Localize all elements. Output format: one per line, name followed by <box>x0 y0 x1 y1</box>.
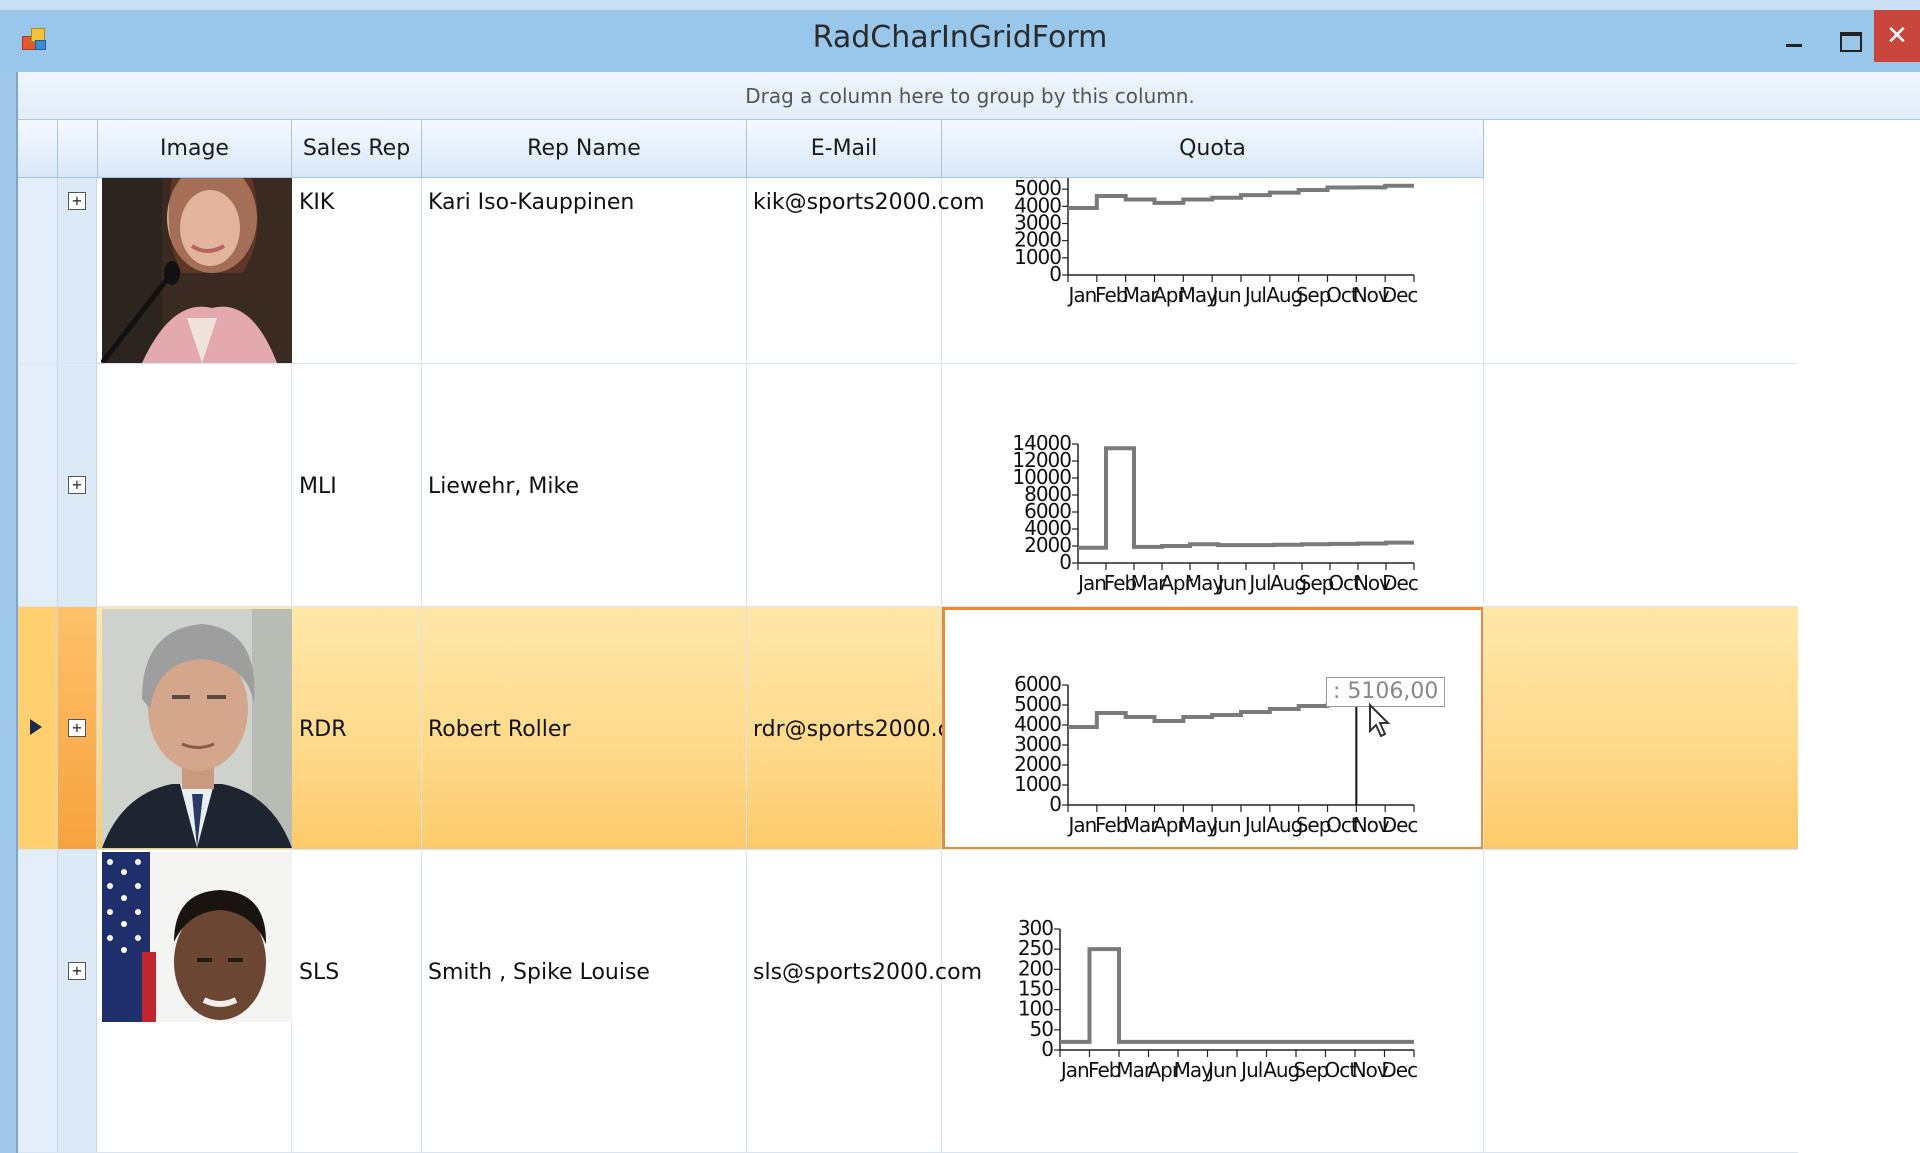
man-grey-hair-portrait-photo <box>102 609 292 848</box>
group-panel[interactable]: Drag a column here to group by this colu… <box>18 72 1920 120</box>
rep-name-cell[interactable]: Liewehr, Mike <box>422 364 747 606</box>
current-row-arrow-icon <box>30 719 42 735</box>
woman-portrait-photo <box>101 178 292 363</box>
sales-rep-value: MLI <box>299 474 337 499</box>
sales-rep-value: RDR <box>299 717 347 742</box>
rep-name-cell[interactable]: Robert Roller <box>422 607 747 849</box>
email-cell[interactable]: sls@sports2000.com <box>747 850 982 1152</box>
man-flag-portrait-photo <box>102 852 292 1022</box>
expand-icon[interactable]: + <box>68 192 86 210</box>
app-window: RadCharInGridForm ✕ Drag a column here t… <box>0 0 1920 1153</box>
header-email[interactable]: E-Mail <box>747 120 942 178</box>
sales-rep-cell[interactable]: SLS <box>292 850 422 1152</box>
header-rep-name[interactable]: Rep Name <box>422 120 747 178</box>
sales-rep-value: KIK <box>299 190 335 215</box>
quota-chart-cell[interactable]: 0100020003000400050006000JanFebMarAprMay… <box>942 178 1484 363</box>
image-cell <box>97 364 292 606</box>
x-tick-label: Jun <box>1210 283 1240 307</box>
data-grid: Image Sales Rep Rep Name E-Mail Quota + <box>18 120 1798 1153</box>
sales-rep-cell[interactable]: KIK <box>292 178 422 363</box>
sales-rep-cell[interactable]: MLI <box>292 364 422 606</box>
row-expander-cell: + <box>58 178 97 363</box>
rep-name-cell[interactable]: Kari Iso-Kauppinen <box>422 178 747 363</box>
expand-icon[interactable]: + <box>68 962 86 980</box>
quota-series-line[interactable] <box>1060 947 1414 1044</box>
image-cell <box>97 850 292 1152</box>
sales-rep-cell[interactable]: RDR <box>292 607 422 849</box>
rep-name-value: Smith , Spike Louise <box>428 960 650 985</box>
x-tick-label: Sep <box>1293 1058 1328 1082</box>
email-cell[interactable] <box>747 364 942 606</box>
x-tick-label: Dec <box>1381 1058 1417 1082</box>
quota-chart-cell[interactable]: 0 50 100 150 200 250 300 Jan Feb Mar Apr May Jun Jul A… <box>942 850 1484 1152</box>
email-cell[interactable]: rdr@sports2000.com <box>747 607 985 849</box>
table-row[interactable]: + <box>18 850 1798 1153</box>
quota-chart-cell-selected[interactable]: 0 1000 2000 3000 4000 5000 6000 Jan Feb Mar Apr May… <box>942 607 1484 849</box>
rep-name-value: Liewehr, Mike <box>428 474 579 499</box>
y-tick-label: 14000 <box>1012 431 1071 455</box>
x-tick-label: Jan <box>1066 283 1096 307</box>
x-tick-label: Jan <box>1076 571 1106 595</box>
x-tick-label: Jul <box>1243 283 1266 307</box>
mouse-cursor-icon <box>1369 703 1391 738</box>
x-tick-label: Jul <box>1239 1058 1262 1082</box>
quota-series-line[interactable] <box>1078 446 1414 550</box>
table-row[interactable]: + <box>18 178 1798 364</box>
x-tick-label: Jun <box>1206 1058 1236 1082</box>
rep-name-cell[interactable]: Smith , Spike Louise <box>422 850 747 1152</box>
y-tick-label: 6000 <box>1014 178 1061 183</box>
image-cell <box>97 607 292 849</box>
maximize-button[interactable] <box>1836 22 1868 52</box>
image-cell <box>97 178 292 363</box>
grid-container: Drag a column here to group by this colu… <box>16 72 1920 1153</box>
header-expander-cell <box>58 120 98 178</box>
row-indicator[interactable] <box>18 607 58 849</box>
row-indicator[interactable] <box>18 364 58 606</box>
quota-chart: 02000400060008000100001200014000JanFebMa… <box>1012 431 1418 595</box>
header-quota[interactable]: Quota <box>942 120 1484 178</box>
row-indicator[interactable] <box>18 178 58 363</box>
rep-name-value: Kari Iso-Kauppinen <box>428 190 635 215</box>
table-row[interactable]: + MLI Liewehr, Mike 0 2000 4000 6000 8000 100… <box>18 364 1798 607</box>
minimize-button[interactable] <box>1782 22 1814 52</box>
header-indicator-cell <box>18 120 58 178</box>
quota-chart-cell[interactable]: 0 2000 4000 6000 8000 10000 12000 14000 Jan Feb Ma… <box>942 364 1484 606</box>
row-indicator[interactable] <box>18 850 58 1152</box>
expand-icon[interactable]: + <box>68 719 86 737</box>
title-bar[interactable]: RadCharInGridForm ✕ <box>0 0 1920 72</box>
table-row-current[interactable]: + RDR Robert Roller rdr@sports2000.com 0… <box>18 607 1798 850</box>
selected-cell-border <box>942 607 1483 849</box>
x-tick-label: Dec <box>1382 283 1418 307</box>
expand-icon[interactable]: + <box>68 476 86 494</box>
x-tick-label: Jun <box>1216 571 1246 595</box>
quota-chart: 0100020003000400050006000JanFebMarAprMay… <box>1014 178 1418 307</box>
close-button[interactable]: ✕ <box>1874 10 1920 62</box>
email-cell[interactable]: kik@sports2000.com <box>747 178 985 363</box>
quota-chart: 050100150200250300Jan FebMarAprMayJun Jul A… <box>1018 916 1418 1082</box>
sales-rep-value: SLS <box>299 960 340 985</box>
x-tick-label: Jul <box>1247 571 1270 595</box>
rep-name-value: Robert Roller <box>428 717 571 742</box>
header-sales-rep[interactable]: Sales Rep <box>292 120 422 178</box>
quota-series-line[interactable] <box>1068 183 1414 211</box>
y-tick-label: 300 <box>1018 916 1053 940</box>
x-tick-label: Dec <box>1382 571 1418 595</box>
window-title: RadCharInGridForm <box>812 20 1108 55</box>
row-expander-cell: + <box>58 850 97 1152</box>
row-expander-cell: + <box>58 607 97 849</box>
x-tick-label: Jan <box>1059 1058 1089 1082</box>
row-expander-cell: + <box>58 364 97 606</box>
header-image[interactable]: Image <box>98 120 292 178</box>
